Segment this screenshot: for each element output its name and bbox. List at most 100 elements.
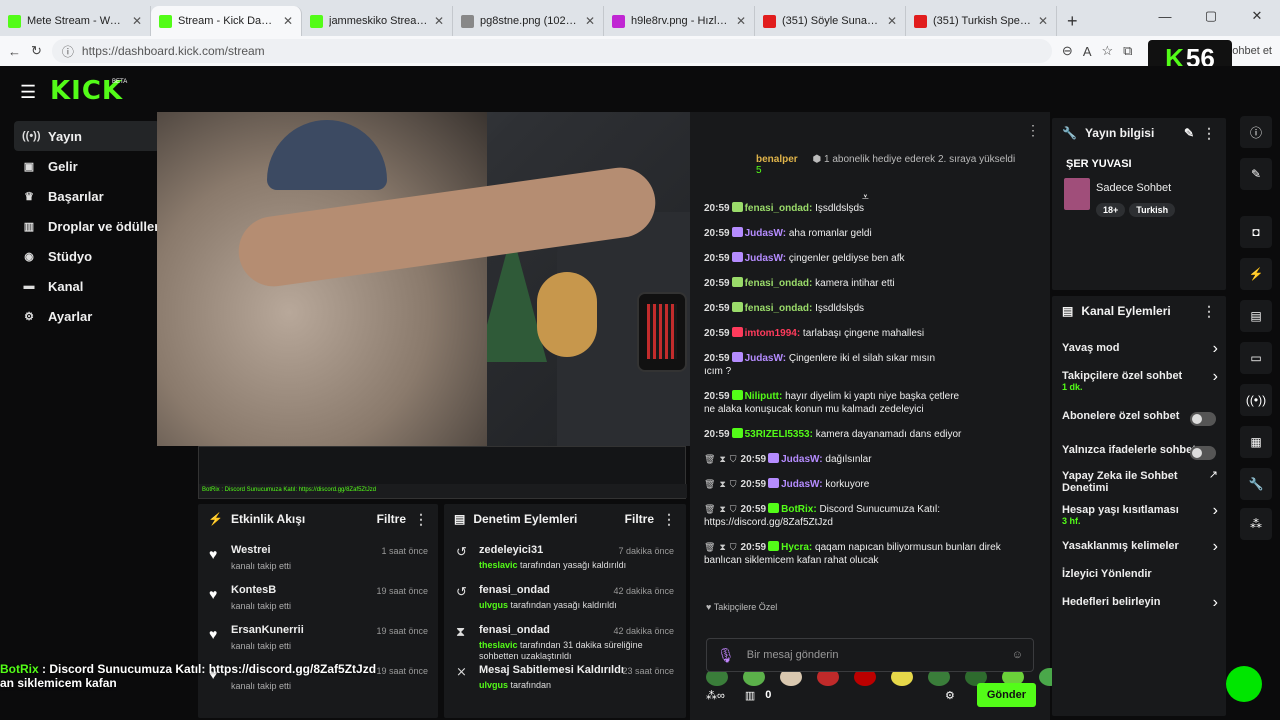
hamburger-menu-icon[interactable]: ☰ (20, 82, 36, 103)
sidebar-item[interactable]: ▬ Kanal (14, 271, 160, 301)
stream-info-more-icon[interactable]: ⋮ (1202, 125, 1216, 142)
tab-close-icon[interactable]: ✕ (132, 14, 142, 28)
browser-tab[interactable]: (351) Turkish Special Cu ✕ (906, 6, 1057, 36)
tab-close-icon[interactable]: ✕ (736, 14, 746, 28)
message-user[interactable]: fenasi_ondad: (745, 203, 813, 214)
message-user[interactable]: JudasW: (745, 353, 787, 364)
chat-message[interactable]: 20:59 53RIZELI5353: kamera dayanamadı dan… (704, 428, 1044, 441)
chevron-right-icon[interactable]: › (1213, 538, 1218, 556)
channel-action-item[interactable]: Takipçilere özel sohbet 1 dk. (1062, 370, 1222, 392)
extensions-icon[interactable]: ⧉ (1123, 43, 1132, 59)
sidebar-item[interactable]: ((•)) Yayın (14, 121, 160, 151)
chat-settings-icon[interactable]: ⚙ (945, 689, 955, 702)
chevron-right-icon[interactable]: › (1213, 502, 1218, 520)
channel-action-item[interactable]: Hesap yaşı kısıtlaması 3 hf. (1062, 504, 1222, 526)
store-icon[interactable]: ▥ (745, 689, 755, 702)
reload-icon[interactable]: ↻ (31, 43, 42, 59)
chevron-right-icon[interactable]: › (1213, 340, 1218, 358)
message-user[interactable]: Niliputt: (745, 391, 783, 402)
points-icon[interactable]: ⁂∞ (706, 689, 725, 702)
message-user[interactable]: imtom1994: (745, 328, 801, 339)
ban-icon[interactable]: ⛉ (730, 454, 737, 464)
activity-more-icon[interactable]: ⋮ (414, 511, 428, 528)
share-icon[interactable]: ⁂ (1240, 508, 1272, 540)
tab-close-icon[interactable]: ✕ (1038, 14, 1048, 28)
delete-icon[interactable]: 🗑 (704, 479, 715, 489)
browser-tab[interactable]: Mete Stream - Watch Li ✕ (0, 6, 151, 36)
edit-icon[interactable]: ✎ (1184, 126, 1194, 140)
mic-icon[interactable]: 🎙 (717, 647, 735, 664)
chat-message[interactable]: 20:59 fenasi_ondad: Işsdldslşds (704, 202, 1044, 215)
maximize-icon[interactable]: ▢ (1188, 0, 1234, 32)
message-user[interactable]: JudasW: (745, 253, 787, 264)
document-icon[interactable]: ▤ (1240, 300, 1272, 332)
chat-message[interactable]: 20:59 fenasi_ondad: Işsdldslşds (704, 302, 1044, 315)
channel-actions-more-icon[interactable]: ⋮ (1202, 303, 1216, 320)
chat-message[interactable]: 🗑 ⧗ ⛉ 20:59 BotRix: Discord Sunucumuza Katıl… (704, 503, 1044, 529)
lightning-icon[interactable]: ⚡ (1240, 258, 1272, 290)
moderation-filter-button[interactable]: Filtre (625, 512, 654, 526)
broadcast-icon[interactable]: ((•)) (1240, 384, 1272, 416)
moderator-name[interactable]: ulvgus (479, 680, 508, 690)
minimize-icon[interactable]: — (1142, 0, 1188, 32)
activity-item[interactable]: ♥ Westrei kanalı takip etti 1 saat önce (198, 542, 438, 578)
chat-icon[interactable]: ▭ (1240, 342, 1272, 374)
tab-close-icon[interactable]: ✕ (887, 14, 897, 28)
sidebar-item[interactable]: ⚙ Ayarlar (14, 301, 160, 331)
chat-message[interactable]: 20:59 JudasW: Çingenlere iki el silah sık… (704, 352, 1044, 378)
sidebar-item[interactable]: ◉ Stüdyo (14, 241, 160, 271)
ban-icon[interactable]: ⛉ (730, 479, 737, 489)
moderation-item[interactable]: ↺ zedeleyici31 theslavic tarafından yasağı… (444, 542, 680, 580)
channel-action-item[interactable]: Yasaklanmış kelimeler (1062, 540, 1222, 552)
delete-icon[interactable]: 🗑 (704, 504, 715, 514)
chat-message[interactable]: 🗑 ⧗ ⛉ 20:59 JudasW: korkuyore (704, 478, 1044, 491)
external-link-icon[interactable]: ↗ (1209, 468, 1218, 481)
stream-tag[interactable]: Turkish (1129, 203, 1176, 217)
moderator-name[interactable]: theslavic (479, 560, 518, 570)
delete-icon[interactable]: 🗑 (704, 454, 715, 464)
chat-message[interactable]: 20:59 Niliputt: hayır diyelim ki yaptı ni… (704, 390, 1044, 416)
sidebar-item[interactable]: ♛ Başarılar (14, 181, 160, 211)
layout-icon[interactable]: ▦ (1240, 426, 1272, 458)
status-dot[interactable] (1226, 666, 1262, 702)
read-aloud-icon[interactable]: A (1083, 44, 1092, 59)
toggle-switch[interactable] (1190, 412, 1216, 426)
chat-message[interactable]: 20:59 JudasW: çingenler geldiyse ben afk (704, 252, 1044, 265)
moderator-name[interactable]: theslavic (479, 640, 518, 650)
tab-close-icon[interactable]: ✕ (283, 14, 293, 28)
stream-tag[interactable]: 18+ (1096, 203, 1126, 217)
url-field[interactable]: ⓘ https://dashboard.kick.com/stream (51, 39, 1052, 63)
browser-tab[interactable]: pg8stne.png (1024×572 ✕ (453, 6, 604, 36)
emoji-icon[interactable]: ☺ (1012, 649, 1023, 661)
moderation-more-icon[interactable]: ⋮ (662, 511, 676, 528)
chat-more-icon[interactable]: ⋮ (1026, 122, 1040, 139)
moderation-item[interactable]: ↺ fenasi_ondad ulvgus tarafından yasağı ka… (444, 582, 680, 620)
activity-user[interactable]: ErsanKunerrii (231, 624, 304, 636)
favorite-icon[interactable]: ☆ (1101, 43, 1113, 59)
activity-user[interactable]: Westrei (231, 544, 271, 556)
message-user[interactable]: fenasi_ondad: (745, 278, 813, 289)
send-button[interactable]: Gönder (976, 683, 1036, 707)
profile-label[interactable]: ohbet et (1232, 45, 1272, 57)
ban-icon[interactable]: ⛉ (730, 542, 737, 552)
chat-input[interactable]: 🎙 Bir mesaj gönderin ☺ (706, 638, 1034, 672)
activity-item[interactable]: ♥ KontesB kanalı takip etti 19 saat önce (198, 582, 438, 618)
ban-icon[interactable]: ⛉ (730, 504, 737, 514)
chat-message[interactable]: 20:59 JudasW: aha romanlar geldi (704, 227, 1044, 240)
browser-tab[interactable]: h9le8rv.png - Hızlı Resi ✕ (604, 6, 755, 36)
back-icon[interactable]: ← (8, 44, 21, 59)
chat-message[interactable]: 🗑 ⧗ ⛉ 20:59 Hycra: qaqam napıcan biliyormusu… (704, 541, 1044, 567)
moderator-name[interactable]: ulvgus (479, 600, 508, 610)
message-user[interactable]: JudasW: (781, 454, 823, 465)
message-user[interactable]: BotRix: (781, 504, 817, 515)
activity-item[interactable]: ♥ ErsanKunerrii kanalı takip etti 19 saat ö… (198, 622, 438, 658)
channel-action-item[interactable]: İzleyici Yönlendir (1062, 568, 1222, 580)
info-icon[interactable]: ⓘ (1240, 116, 1272, 148)
site-info-icon[interactable]: ⓘ (62, 43, 74, 60)
tab-close-icon[interactable]: ✕ (434, 14, 444, 28)
chat-message[interactable]: 20:59 fenasi_ondad: kamera intihar etti (704, 277, 1044, 290)
sidebar-item[interactable]: ▥ Droplar ve ödüller (14, 211, 160, 241)
delete-icon[interactable]: 🗑 (704, 542, 715, 552)
moderation-item[interactable]: ⨯ Mesaj Sabitlemesi Kaldırıldı ulvgus tara… (444, 662, 680, 700)
close-icon[interactable]: ✕ (1234, 0, 1280, 32)
